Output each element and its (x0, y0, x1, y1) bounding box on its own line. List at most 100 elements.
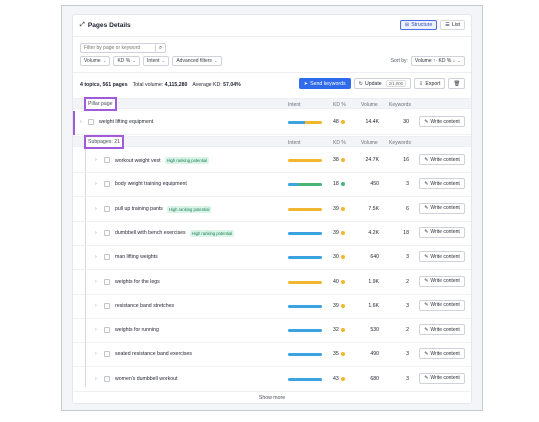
row-checkbox[interactable] (104, 254, 110, 261)
edit-icon: ✎ (424, 375, 429, 382)
subpage-row[interactable]: › resistance band stretches 39 1.6K 3 ✎ Write … (73, 295, 471, 319)
chevron-right-icon[interactable]: › (95, 206, 97, 212)
total-volume: Total volume: 4,115,280 (133, 82, 188, 88)
row-name: pull up training pants High ranking poten… (115, 205, 212, 213)
write-content-button[interactable]: ✎ Write content (419, 154, 465, 165)
chevron-right-icon[interactable]: › (95, 376, 97, 382)
row-checkbox[interactable] (104, 351, 110, 358)
row-checkbox[interactable] (104, 181, 110, 188)
chevron-right-icon[interactable]: › (95, 254, 97, 260)
sort-select[interactable]: Volume ↑· KD % ↓ ⌄ (410, 56, 465, 66)
list-view-button[interactable]: ☰ List (440, 20, 465, 30)
subpages-count: Subpages: 21 (84, 135, 124, 149)
intent-bar (288, 231, 322, 235)
chevron-right-icon[interactable]: › (95, 181, 97, 187)
write-label: Write content (430, 118, 460, 125)
write-content-button[interactable]: ✎ Write content (419, 299, 465, 311)
search-icon: ⌕ (158, 44, 163, 51)
pillar-row[interactable]: › weight lifting equipment 48 14.4K 30 ✎… (73, 111, 471, 135)
row-name-text: seated resistance band exercises (115, 351, 192, 358)
chevron-right-icon[interactable]: › (95, 303, 97, 309)
write-content-button[interactable]: ✎ Write content (419, 372, 465, 384)
chevron-right-icon[interactable]: › (95, 279, 97, 285)
intent-bar (288, 304, 322, 308)
kd-value: 18 (333, 181, 339, 188)
row-checkbox[interactable] (104, 302, 110, 309)
row-checkbox[interactable] (104, 157, 110, 163)
row-checkbox[interactable] (104, 229, 110, 236)
write-content-button[interactable]: ✎ Write content (419, 116, 465, 127)
update-label: Update (364, 80, 382, 87)
subpage-row[interactable]: › man lifting weights 30 640 3 ✎ Write content (73, 246, 471, 271)
filter-label: Intent (147, 58, 160, 64)
edit-icon: ✎ (424, 229, 429, 236)
write-content-button[interactable]: ✎ Write content (419, 275, 465, 287)
divider (73, 72, 471, 73)
expand-arrows-icon[interactable]: ⤢ (80, 22, 85, 29)
update-button[interactable]: ↻ Update 2/1,000 (353, 78, 412, 89)
kd-value: 57.04% (223, 82, 241, 88)
chevron-right-icon[interactable]: › (95, 230, 97, 236)
intent-bar (288, 183, 322, 187)
col-kd: KD % (333, 140, 346, 146)
write-content-button[interactable]: ✎ Write content (419, 178, 465, 190)
filter-advanced[interactable]: Advanced filters ⌄ (172, 56, 222, 66)
row-checkbox[interactable] (88, 119, 94, 125)
intent-segment (288, 207, 322, 211)
subpage-row[interactable]: › workout weight vest High ranking potenti… (73, 149, 471, 173)
volume-cell: 24.7K (365, 157, 379, 163)
screenshot-frame: ⤢ Pages Details ⊞ Structure ☰ List ⌕ Vol… (61, 5, 483, 411)
export-button[interactable]: ⇩ Export (414, 78, 446, 89)
chevron-right-icon[interactable]: › (95, 327, 97, 333)
topics-count: 4 topics, 561 pages (80, 82, 128, 88)
send-label: Send keywords (310, 80, 346, 87)
kd-dot (340, 352, 345, 357)
search-button[interactable]: ⌕ (156, 43, 166, 53)
row-checkbox[interactable] (104, 278, 110, 285)
chevron-right-icon[interactable]: › (80, 119, 82, 125)
subpages-header-row: Intent KD % Volume Keywords (73, 136, 471, 147)
row-name: man lifting weights (115, 254, 158, 260)
search-input[interactable] (80, 43, 156, 53)
write-content-button[interactable]: ✎ Write content (419, 348, 465, 360)
row-checkbox[interactable] (104, 375, 110, 382)
structure-view-button[interactable]: ⊞ Structure (399, 20, 438, 30)
chevron-right-icon[interactable]: › (95, 351, 97, 357)
delete-button[interactable]: 🗑 (448, 78, 465, 89)
row-checkbox[interactable] (104, 327, 110, 334)
write-content-button[interactable]: ✎ Write content (419, 251, 465, 263)
write-content-button[interactable]: ✎ Write content (419, 324, 465, 336)
volume-cell: 680 (370, 375, 379, 382)
subpage-row[interactable]: › women's dumbbell workout 43 680 3 ✎ Write co… (73, 368, 471, 392)
edit-icon: ✎ (424, 253, 429, 260)
intent-bar (288, 121, 322, 124)
volume-cell: 4.2K (368, 229, 379, 236)
subpage-row[interactable]: › body weight training equipment 18 450 3 ✎ Wr… (73, 173, 471, 198)
filter-volume[interactable]: Volume ⌄ (80, 56, 111, 66)
write-content-button[interactable]: ✎ Write content (419, 202, 465, 214)
filter-intent[interactable]: Intent ⌄ (143, 56, 170, 66)
trash-icon: 🗑 (453, 80, 460, 87)
potential-badge: High ranking potential (166, 205, 212, 213)
show-more-button[interactable]: Show more (73, 395, 471, 401)
write-content-button[interactable]: ✎ Write content (419, 226, 465, 238)
write-label: Write content (430, 180, 460, 187)
kd-cell: 35 (333, 351, 345, 357)
send-keywords-button[interactable]: ➤ Send keywords (298, 78, 351, 89)
volume-cell: 1.6K (368, 302, 379, 309)
subpage-row[interactable]: › seated resistance band exercises 35 490 3 ✎… (73, 343, 471, 368)
edit-icon: ✎ (424, 350, 429, 357)
filter-kd[interactable]: KD % ⌄ (113, 56, 141, 66)
subpage-row[interactable]: › weights for the legs 40 1.9K 2 ✎ Write conte… (73, 271, 471, 295)
kd-cell: 40 (333, 279, 345, 285)
row-name: weights for running (115, 327, 159, 333)
row-checkbox[interactable] (104, 205, 110, 212)
subpage-row[interactable]: › pull up training pants High ranking pote… (73, 198, 471, 222)
subpage-row[interactable]: › dumbbell with bench exercises High ranki… (73, 222, 471, 246)
chevron-right-icon[interactable]: › (95, 157, 97, 163)
row-name-text: body weight training equipment (115, 181, 187, 188)
subpage-row[interactable]: › weights for running 32 530 2 ✎ Write content (73, 319, 471, 344)
kd-value: 43 (333, 375, 339, 382)
edit-icon: ✎ (424, 205, 429, 212)
summary-line: 4 topics, 561 pages Total volume: 4,115,… (80, 82, 241, 88)
